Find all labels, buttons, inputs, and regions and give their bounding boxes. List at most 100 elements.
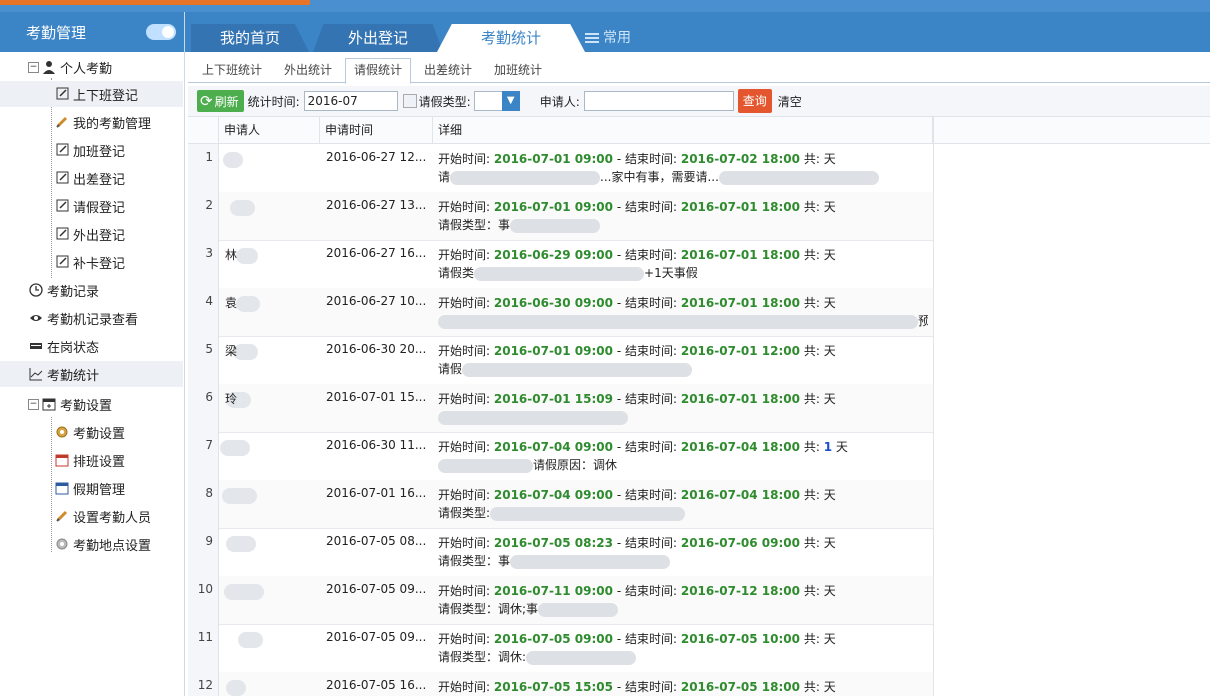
applicant-input[interactable] (583, 91, 734, 111)
applicant-cell: 玲 (225, 392, 238, 406)
redacted-name (226, 680, 246, 696)
table-row[interactable]: 7 2016-06-30 11... 开始时间: 2016-07-04 09:00 … (188, 432, 933, 481)
sidebar-item-outing[interactable]: 外出登记 (0, 221, 183, 247)
sidebar-item-checkin[interactable]: 上下班登记 (0, 81, 183, 107)
start-time: 2016-07-01 09:00 (493, 152, 614, 166)
clear-button[interactable]: 清空 (778, 93, 802, 110)
detail-suffix: 请假原因：调休 (533, 458, 618, 472)
top-accent-bar (0, 0, 310, 5)
clock-icon (29, 283, 43, 297)
tab-home[interactable]: 我的首页 (191, 24, 309, 52)
table-row[interactable]: 5 梁 2016-06-30 20... 开始时间: 2016-07-01 09:00… (188, 336, 933, 385)
sidebar-item-overtime[interactable]: 加班登记 (0, 137, 183, 163)
leave-stats-grid: 申请人 申请时间 详细 1 2016-06-27 12... 开始时间: 2016-… (188, 117, 934, 696)
table-row[interactable]: 10 2016-07-05 09... 开始时间: 2016-07-11 09:00… (188, 576, 933, 625)
end-time: 2016-07-05 18:00 (680, 680, 800, 694)
row-number: 6 (188, 384, 219, 432)
detail-line-2: 请假类型：调休;事 (438, 600, 928, 618)
total-label: 共: (803, 680, 820, 694)
leave-type-select[interactable]: ▼ (473, 91, 520, 111)
sidebar-item-label: 考勤设置 (60, 398, 113, 414)
start-label: 开始时间: (438, 392, 491, 406)
sidebar-item-records[interactable]: 考勤记录 (0, 277, 183, 303)
detail-line-1: 开始时间: 2016-07-05 09:00 - 结束时间: 2016-07-0… (438, 632, 836, 646)
sidebar-toggle[interactable] (146, 24, 176, 40)
sidebar-item-personal[interactable]: − 个人考勤 (0, 54, 183, 80)
table-row[interactable]: 6 玲 2016-07-01 15... 开始时间: 2016-07-01 15:09… (188, 384, 933, 433)
end-label: 结束时间: (624, 488, 678, 502)
sidebar-item-settings-group[interactable]: − 考勤设置 (0, 391, 183, 417)
table-row[interactable]: 1 2016-06-27 12... 开始时间: 2016-07-01 09:00 … (188, 144, 933, 193)
gear-icon (55, 425, 69, 439)
subtab-trip-stats[interactable]: 出差统计 (416, 59, 480, 81)
query-button[interactable]: 查询 (737, 89, 772, 113)
table-row[interactable]: 8 2016-07-01 16... 开始时间: 2016-07-04 09:00 … (188, 480, 933, 529)
refresh-button[interactable]: ⟳ 刷新 (197, 90, 244, 112)
table-row[interactable]: 2 2016-06-27 13... 开始时间: 2016-07-01 09:00 … (188, 192, 933, 241)
subtab-outing-stats[interactable]: 外出统计 (276, 59, 340, 81)
column-header-applicant[interactable]: 申请人 (219, 117, 320, 143)
sidebar-item-label: 个人考勤 (60, 61, 113, 77)
sidebar-item-holidays[interactable]: 假期管理 (0, 475, 183, 501)
detail-line-1: 开始时间: 2016-07-01 09:00 - 结束时间: 2016-07-0… (438, 344, 836, 358)
row-number: 9 (188, 528, 219, 576)
sidebar-item-label: 外出登记 (73, 228, 126, 244)
tab-common[interactable]: 常用 (585, 24, 631, 52)
sidebar-item-business-trip[interactable]: 出差登记 (0, 165, 183, 191)
collapse-icon[interactable]: − (28, 61, 39, 73)
redacted-text (438, 410, 628, 425)
sidebar: 考勤管理 − 个人考勤 上下班登记 我的考勤管理 加班登记 出差登记 请假登记 … (0, 12, 185, 696)
edit-icon (55, 87, 69, 101)
detail-line-2: 请假原因：调休 (438, 456, 928, 474)
subtab-leave-stats[interactable]: 请假统计 (345, 58, 411, 84)
column-header-apply-time[interactable]: 申请时间 (320, 117, 433, 143)
sidebar-item-leave[interactable]: 请假登记 (0, 193, 183, 219)
redacted-text (510, 554, 671, 569)
sidebar-item-label: 假期管理 (73, 482, 126, 498)
subtab-checkin-stats[interactable]: 上下班统计 (194, 59, 270, 81)
top-strip (0, 0, 1210, 12)
sidebar-item-location-settings[interactable]: 考勤地点设置 (0, 531, 183, 557)
tab-outing[interactable]: 外出登记 (313, 24, 443, 52)
unit-label: 天 (823, 344, 836, 358)
sidebar-item-schedule[interactable]: 排班设置 (0, 447, 183, 473)
table-row[interactable]: 11 2016-07-05 09... 开始时间: 2016-07-05 09:00… (188, 624, 933, 673)
time-input[interactable]: 2016-07 (303, 91, 398, 111)
redacted-text (538, 602, 619, 617)
column-header-detail[interactable]: 详细 (433, 117, 933, 143)
total-label: 共: (803, 488, 820, 502)
tab-common-label: 常用 (603, 30, 631, 46)
table-row[interactable]: 4 袁 2016-06-27 10... 开始时间: 2016-06-30 09:00… (188, 288, 933, 337)
sidebar-item-machine-records[interactable]: 考勤机记录查看 (0, 305, 183, 331)
collapse-icon[interactable]: − (28, 398, 39, 410)
sidebar-item-attendance-settings[interactable]: 考勤设置 (0, 419, 183, 445)
sidebar-item-statistics[interactable]: 考勤统计 (0, 361, 183, 387)
redacted-text (526, 650, 637, 665)
end-time: 2016-07-02 18:00 (680, 152, 800, 166)
subtab-overtime-stats[interactable]: 加班统计 (486, 59, 550, 81)
tab-statistics[interactable]: 考勤统计 (437, 24, 585, 52)
end-label: 结束时间: (624, 392, 678, 406)
sidebar-item-set-personnel[interactable]: 设置考勤人员 (0, 503, 183, 529)
sidebar-header: 考勤管理 (0, 12, 184, 52)
detail-line-2: 请假类型: (438, 504, 928, 522)
table-row[interactable]: 12 2016-07-05 16... 开始时间: 2016-07-05 15:05… (188, 672, 933, 696)
detail-suffix: ...家中有事，需要请... (600, 170, 719, 184)
unit-label: 天 (823, 248, 836, 262)
end-time: 2016-07-01 18:00 (680, 296, 800, 310)
calendar-icon[interactable] (402, 94, 417, 108)
table-row[interactable]: 3 林 2016-06-27 16... 开始时间: 2016-06-29 09:00… (188, 240, 933, 289)
total-label: 共: (803, 152, 820, 166)
sidebar-item-on-duty[interactable]: 在岗状态 (0, 333, 183, 359)
calendar-icon (55, 453, 69, 467)
start-time: 2016-07-01 09:00 (493, 200, 614, 214)
detail-cell: 开始时间: 2016-07-05 08:23 - 结束时间: 2016-07-0… (438, 534, 928, 570)
row-number: 8 (188, 480, 219, 528)
end-label: 结束时间: (624, 200, 678, 214)
table-row[interactable]: 9 2016-07-05 08... 开始时间: 2016-07-05 08:23 … (188, 528, 933, 577)
end-time: 2016-07-12 18:00 (680, 584, 800, 598)
chevron-down-icon[interactable]: ▼ (501, 91, 520, 111)
sidebar-item-my-attendance[interactable]: 我的考勤管理 (0, 109, 183, 135)
sidebar-item-card-supplement[interactable]: 补卡登记 (0, 249, 183, 275)
start-time: 2016-07-05 08:23 (493, 536, 614, 550)
